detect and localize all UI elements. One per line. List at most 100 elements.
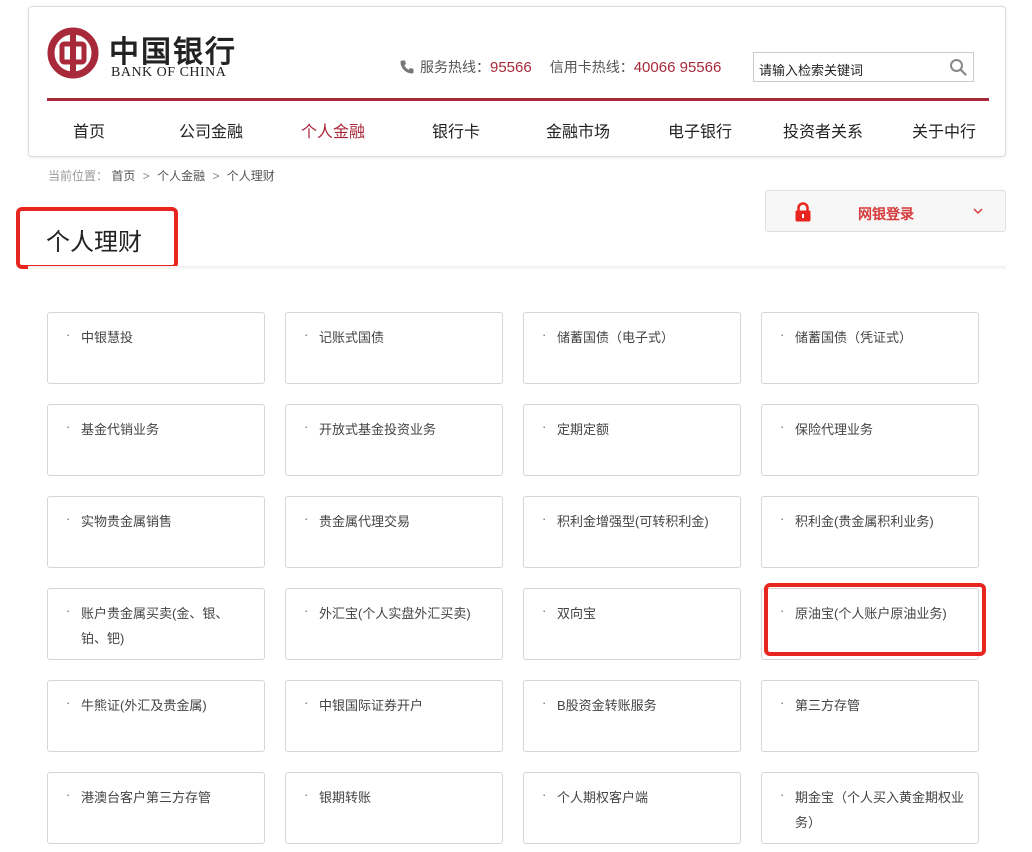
bullet: · xyxy=(304,419,309,434)
product-card-label[interactable]: 开放式基金投资业务 xyxy=(319,417,491,442)
product-card-label[interactable]: 实物贵金属销售 xyxy=(81,509,253,534)
main-nav: 首页 公司金融 个人金融 银行卡 金融市场 电子银行 投资者关系 关于中行 xyxy=(29,118,1007,142)
breadcrumb-prefix: 当前位置： xyxy=(48,169,109,183)
bullet: · xyxy=(542,419,547,434)
bullet: · xyxy=(66,511,71,526)
search-box[interactable]: 请输入检索关键词 xyxy=(753,52,974,82)
product-card-label[interactable]: 保险代理业务 xyxy=(795,417,967,442)
product-card[interactable]: · 双向宝 xyxy=(523,588,741,660)
product-card[interactable]: · 积利金增强型(可转积利金) xyxy=(523,496,741,568)
product-card-label[interactable]: 第三方存管 xyxy=(795,693,967,718)
product-card[interactable]: · 港澳台客户第三方存管 xyxy=(47,772,265,844)
product-card[interactable]: · 银期转账 xyxy=(285,772,503,844)
header-divider xyxy=(47,98,989,101)
breadcrumb-current: 个人理财 xyxy=(226,169,275,183)
product-card-label[interactable]: 期金宝（个人买入黄金期权业务） xyxy=(795,785,967,835)
title-divider xyxy=(28,266,1006,270)
product-card-label[interactable]: 牛熊证(外汇及贵金属) xyxy=(81,693,253,718)
bullet: · xyxy=(542,787,547,802)
product-card-label[interactable]: 中银国际证券开户 xyxy=(319,693,491,718)
hotline-info: 服务热线： 95566 信用卡热线： 40066 95566 xyxy=(399,57,721,77)
product-card-label[interactable]: 贵金属代理交易 xyxy=(319,509,491,534)
product-card-label[interactable]: 基金代销业务 xyxy=(81,417,253,442)
product-card[interactable]: · 保险代理业务 xyxy=(761,404,979,476)
bullet: · xyxy=(780,511,785,526)
phone-icon xyxy=(400,60,414,74)
product-card-label[interactable]: 个人期权客户端 xyxy=(557,785,729,810)
bullet: · xyxy=(304,327,309,342)
product-card[interactable]: · 记账式国债 xyxy=(285,312,503,384)
product-card[interactable]: · 储蓄国债（电子式） xyxy=(523,312,741,384)
product-card-label[interactable]: 定期定额 xyxy=(557,417,729,442)
product-card-label[interactable]: 账户贵金属买卖(金、银、铂、钯) xyxy=(81,601,253,651)
product-card[interactable]: · 贵金属代理交易 xyxy=(285,496,503,568)
product-card[interactable]: · 储蓄国债（凭证式） xyxy=(761,312,979,384)
product-card-label[interactable]: 积利金增强型(可转积利金) xyxy=(557,509,729,534)
product-card[interactable]: · 中银慧投 xyxy=(47,312,265,384)
nav-corporate-banking[interactable]: 公司金融 xyxy=(179,118,243,142)
product-card-label[interactable]: 记账式国债 xyxy=(319,325,491,350)
card-hotline-label: 信用卡热线： xyxy=(549,59,634,75)
service-hotline-label: 服务热线： xyxy=(420,59,490,75)
product-card[interactable]: · 基金代销业务 xyxy=(47,404,265,476)
bullet: · xyxy=(542,603,547,618)
product-card-label[interactable]: 银期转账 xyxy=(319,785,491,810)
login-label: 网银登录 xyxy=(858,206,914,222)
product-card[interactable]: · 积利金(贵金属积利业务) xyxy=(761,496,979,568)
bullet: · xyxy=(780,327,785,342)
nav-personal-banking[interactable]: 个人金融 xyxy=(301,118,365,142)
bullet: · xyxy=(780,787,785,802)
logo-english-name: BANK OF CHINA xyxy=(111,65,227,80)
bullet: · xyxy=(304,695,309,710)
product-card[interactable]: · 实物贵金属销售 xyxy=(47,496,265,568)
bullet: · xyxy=(780,695,785,710)
product-card[interactable]: · 账户贵金属买卖(金、银、铂、钯) xyxy=(47,588,265,660)
site-header: 中国银行 BANK OF CHINA 服务热线： 95566 信用卡热线： 40… xyxy=(28,6,1006,157)
product-card-label[interactable]: B股资金转账服务 xyxy=(557,693,729,718)
product-card-label[interactable]: 外汇宝(个人实盘外汇买卖) xyxy=(319,601,491,626)
bullet: · xyxy=(542,695,547,710)
product-card[interactable]: · 外汇宝(个人实盘外汇买卖) xyxy=(285,588,503,660)
bullet: · xyxy=(304,511,309,526)
product-card[interactable]: · 第三方存管 xyxy=(761,680,979,752)
nav-about-boc[interactable]: 关于中行 xyxy=(912,118,976,142)
product-card-label[interactable]: 储蓄国债（凭证式） xyxy=(795,325,967,350)
service-hotline-number: 95566 xyxy=(490,58,532,76)
product-card[interactable]: · 定期定额 xyxy=(523,404,741,476)
product-card[interactable]: · 个人期权客户端 xyxy=(523,772,741,844)
search-icon[interactable] xyxy=(949,58,967,76)
product-card[interactable]: · 牛熊证(外汇及贵金属) xyxy=(47,680,265,752)
card-highlight-box xyxy=(764,583,986,656)
bullet: · xyxy=(542,327,547,342)
breadcrumb-personal-banking[interactable]: 个人金融 xyxy=(157,169,205,183)
product-card-label[interactable]: 积利金(贵金属积利业务) xyxy=(795,509,967,534)
bullet: · xyxy=(304,787,309,802)
product-card[interactable]: · B股资金转账服务 xyxy=(523,680,741,752)
bullet: · xyxy=(780,419,785,434)
bullet: · xyxy=(304,603,309,618)
nav-e-banking[interactable]: 电子银行 xyxy=(668,118,732,142)
bullet: · xyxy=(542,511,547,526)
product-card[interactable]: · 开放式基金投资业务 xyxy=(285,404,503,476)
breadcrumb-separator: > xyxy=(212,169,220,183)
product-card[interactable]: · 期金宝（个人买入黄金期权业务） xyxy=(761,772,979,844)
nav-home[interactable]: 首页 xyxy=(73,118,105,142)
bullet: · xyxy=(66,695,71,710)
card-hotline-number: 40066 95566 xyxy=(633,58,722,76)
breadcrumb-home[interactable]: 首页 xyxy=(111,169,135,183)
product-card[interactable]: · 中银国际证券开户 xyxy=(285,680,503,752)
nav-investor-relations[interactable]: 投资者关系 xyxy=(783,118,863,142)
nav-financial-markets[interactable]: 金融市场 xyxy=(546,118,610,142)
lock-icon xyxy=(795,202,811,222)
bullet: · xyxy=(66,603,71,618)
product-card-label[interactable]: 中银慧投 xyxy=(81,325,253,350)
product-card-label[interactable]: 港澳台客户第三方存管 xyxy=(81,785,253,810)
product-card-label[interactable]: 双向宝 xyxy=(557,601,729,626)
bank-logo[interactable]: 中国银行 BANK OF CHINA xyxy=(47,27,235,81)
breadcrumb: 当前位置： 首页 > 个人金融 > 个人理财 xyxy=(48,167,275,184)
bank-logo-icon xyxy=(47,27,99,79)
search-input[interactable]: 请输入检索关键词 xyxy=(759,60,863,79)
nav-bank-cards[interactable]: 银行卡 xyxy=(432,118,480,142)
product-card-label[interactable]: 储蓄国债（电子式） xyxy=(557,325,729,350)
online-banking-login-button[interactable]: 网银登录 xyxy=(765,190,1006,232)
